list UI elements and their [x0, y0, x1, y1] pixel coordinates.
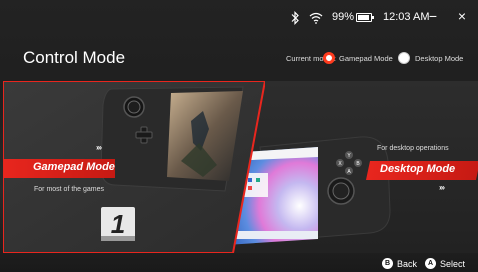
desktop-mode-radio[interactable] — [398, 52, 410, 64]
desktop-mode-radio-label[interactable]: Desktop Mode — [415, 54, 463, 63]
minimize-button[interactable]: − — [426, 8, 440, 24]
wifi-icon — [309, 12, 323, 24]
gamepad-mode-radio[interactable] — [323, 52, 335, 64]
gamepad-mode-title: Gamepad Mode — [33, 161, 115, 173]
battery-percent: 99% — [332, 11, 355, 23]
control-mode-screen: 99% 12:03 AM − × Control Mode Current mo… — [0, 0, 478, 272]
desktop-mode-title: Desktop Mode — [380, 163, 456, 175]
select-label[interactable]: Select — [440, 259, 465, 269]
player-number-badge-base — [101, 236, 135, 241]
desktop-mode-arrows: ››› — [439, 183, 445, 192]
b-button-icon[interactable]: B — [382, 258, 393, 269]
gamepad-mode-description: For most of the games — [34, 186, 105, 193]
close-button[interactable]: × — [455, 8, 469, 24]
page-title: Control Mode — [23, 48, 126, 67]
gamepad-mode-arrows: ››› — [96, 143, 102, 152]
a-button-icon[interactable]: A — [425, 258, 436, 269]
gamepad-mode-card[interactable]: Gamepad Mode For most of the games ››› 1 — [2, 80, 267, 254]
gamepad-mode-radio-label[interactable]: Gamepad Mode — [339, 54, 393, 63]
bluetooth-icon — [291, 11, 299, 25]
desktop-mode-description: For desktop operations — [377, 145, 449, 152]
battery-icon — [356, 13, 374, 22]
back-label[interactable]: Back — [397, 259, 417, 269]
clock: 12:03 AM — [383, 11, 430, 23]
